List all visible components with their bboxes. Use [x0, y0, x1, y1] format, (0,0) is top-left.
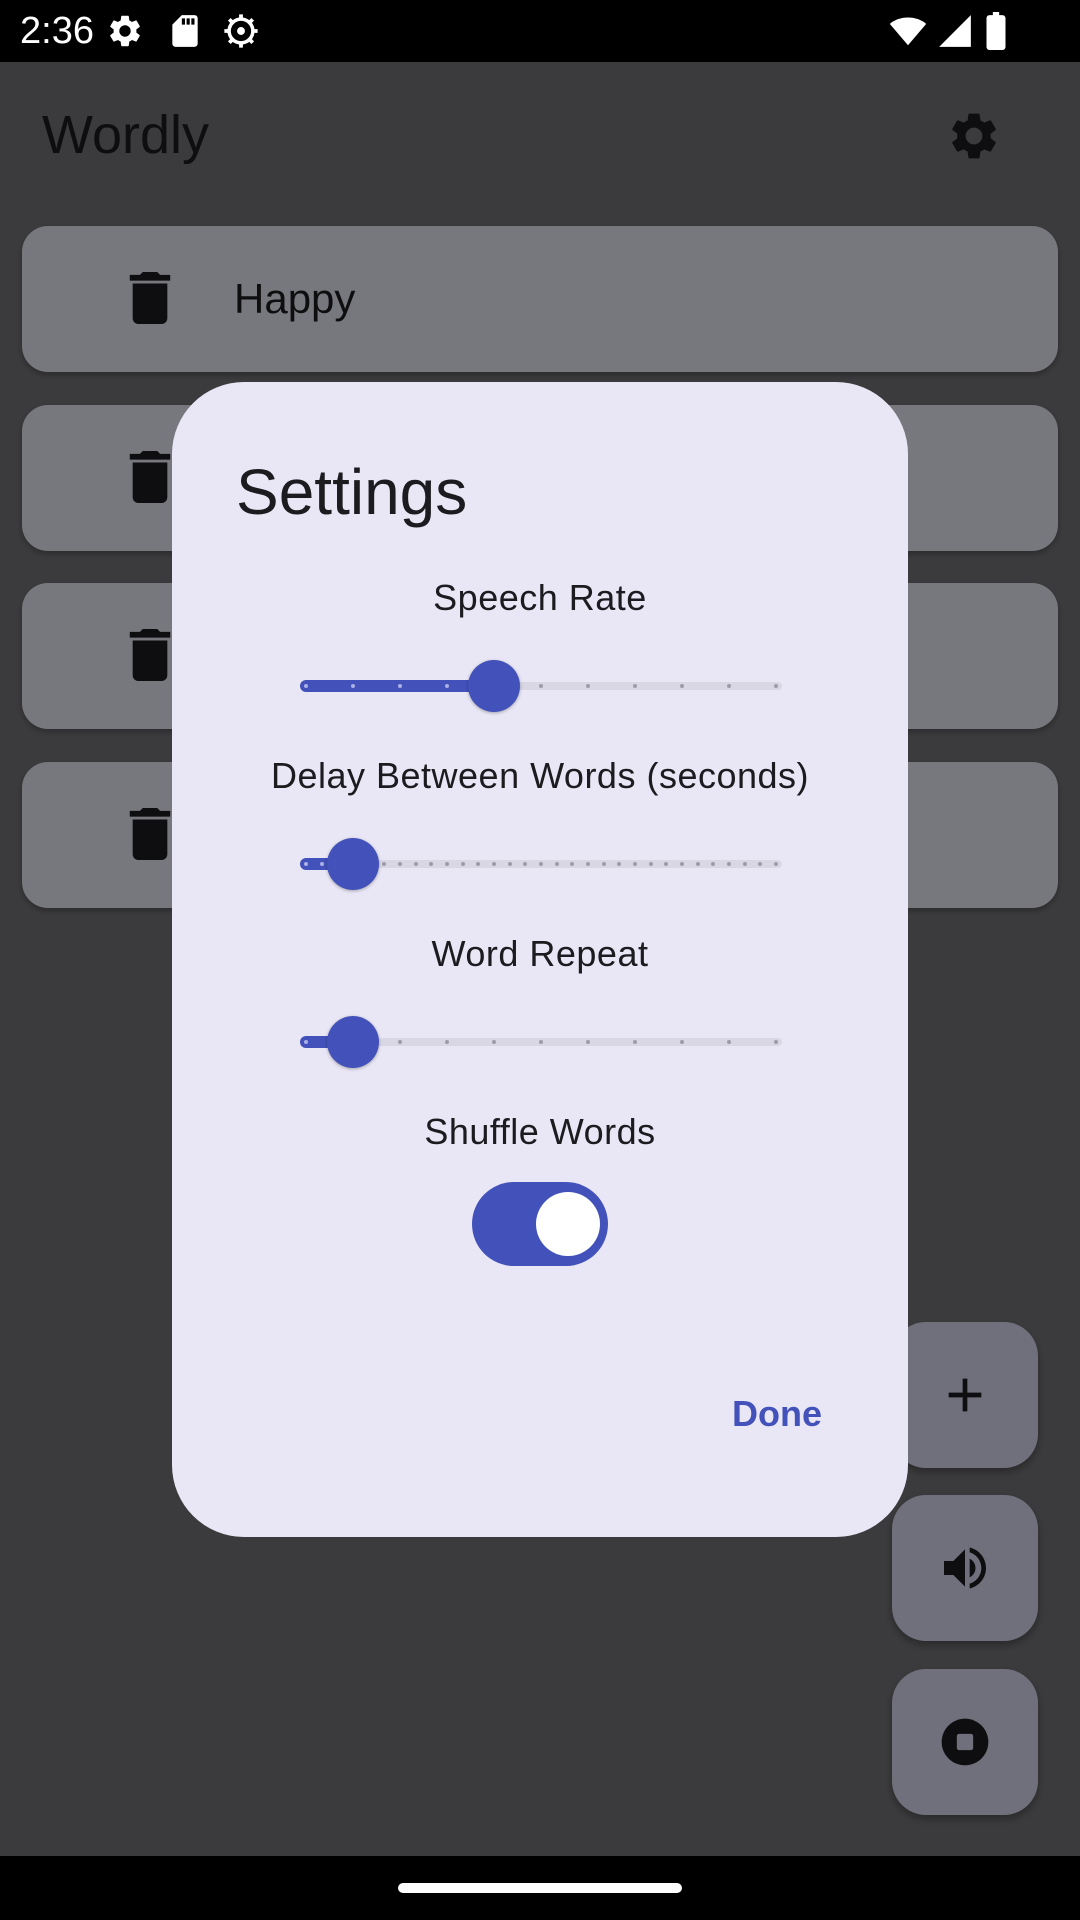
slider-tick	[445, 684, 449, 688]
slider-thumb[interactable]	[468, 660, 520, 712]
slider-tick	[727, 684, 731, 688]
word-repeat-label: Word Repeat	[431, 933, 649, 974]
dialog-title: Settings	[236, 456, 468, 528]
gear-icon	[110, 15, 140, 47]
slider-tick	[680, 862, 684, 866]
toggle-knob	[536, 1192, 600, 1256]
slider-tick	[304, 862, 308, 866]
slider-tick	[648, 862, 653, 866]
slider-tick	[680, 1040, 684, 1044]
slider-tick	[445, 862, 449, 866]
word-repeat-slider[interactable]	[300, 1014, 782, 1070]
slider-tick	[554, 862, 559, 866]
slider-tick	[507, 862, 512, 866]
slider-tick	[774, 1040, 778, 1044]
slider-tick	[601, 862, 606, 866]
shuffle-toggle[interactable]	[472, 1182, 608, 1266]
speech-rate-slider[interactable]	[300, 658, 782, 714]
slider-tick	[633, 862, 637, 866]
sd-card-icon	[172, 15, 198, 47]
debug-gear-icon	[224, 14, 258, 48]
slider-tick	[695, 862, 700, 866]
speech-rate-label: Speech Rate	[433, 577, 647, 618]
slider-tick	[398, 1040, 402, 1044]
slider-tick	[774, 862, 778, 866]
slider-tick	[633, 684, 637, 688]
slider-tick	[445, 1040, 449, 1044]
shuffle-label: Shuffle Words	[424, 1111, 656, 1152]
status-bar: 2:36	[0, 0, 1080, 62]
slider-tick	[304, 1040, 308, 1044]
slider-tick	[539, 684, 543, 688]
slider-tick	[680, 684, 684, 688]
slider-tick	[398, 862, 402, 866]
slider-tick	[492, 862, 496, 866]
home-gesture-handle[interactable]	[398, 1883, 682, 1893]
slider-tick	[633, 1040, 637, 1044]
signal-icon	[939, 15, 971, 47]
slider-tick	[539, 862, 543, 866]
slider-tick	[460, 862, 465, 866]
slider-tick	[742, 862, 747, 866]
slider-tick	[413, 862, 418, 866]
status-time: 2:36	[20, 10, 94, 52]
slider-tick	[319, 862, 324, 866]
slider-thumb[interactable]	[327, 1016, 379, 1068]
slider-tick	[398, 684, 402, 688]
delay-label: Delay Between Words (seconds)	[270, 755, 810, 796]
slider-tick	[492, 1040, 496, 1044]
slider-tick	[586, 684, 590, 688]
wifi-icon	[889, 17, 927, 46]
slider-tick	[539, 1040, 543, 1044]
slider-tick	[727, 1040, 731, 1044]
slider-tick	[727, 862, 731, 866]
slider-tick	[586, 1040, 590, 1044]
slider-tick	[774, 684, 778, 688]
slider-thumb[interactable]	[327, 838, 379, 890]
slider-tick	[304, 684, 308, 688]
battery-icon	[986, 12, 1006, 50]
settings-dialog: Settings Speech Rate Delay Between Words…	[172, 382, 908, 1537]
done-button[interactable]: Done	[702, 1384, 852, 1444]
delay-slider[interactable]	[300, 836, 782, 892]
slider-tick	[351, 684, 355, 688]
slider-tick	[586, 862, 590, 866]
